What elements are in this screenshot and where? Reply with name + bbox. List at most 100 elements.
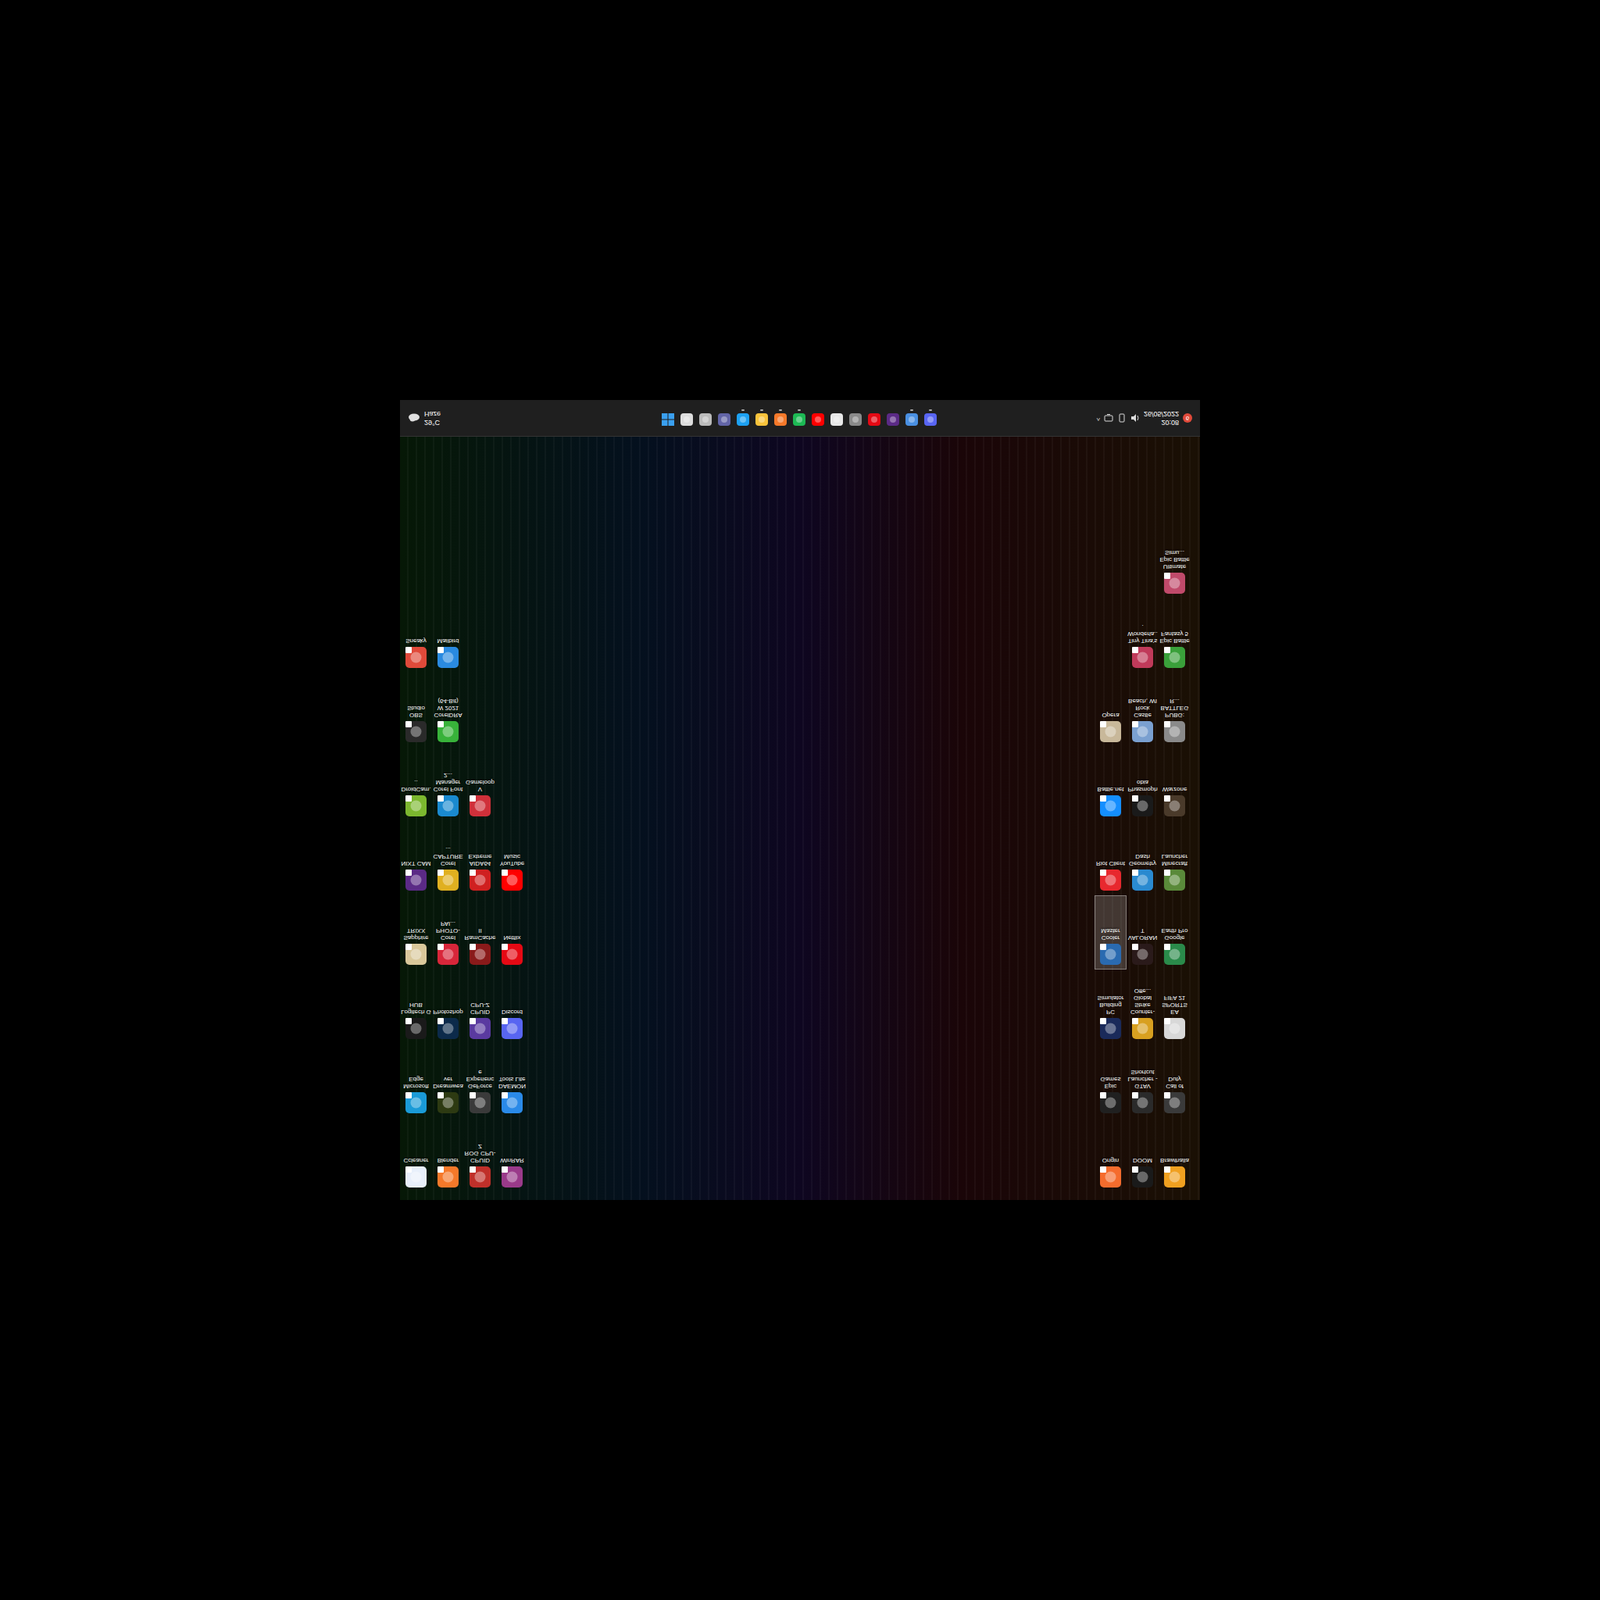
desktop-shortcut[interactable]: AIDA64 Extreme <box>464 821 497 896</box>
desktop-shortcut[interactable]: Blender <box>432 1117 465 1193</box>
taskbar-app[interactable] <box>791 409 807 427</box>
app-icon[interactable] <box>404 868 428 892</box>
app-icon[interactable] <box>436 868 460 892</box>
desktop-shortcut[interactable]: DAEMON Tools Lite <box>496 1043 529 1118</box>
desktop-shortcut[interactable]: GTAV Launcher - Shortcut <box>1126 1043 1159 1118</box>
app-icon[interactable] <box>436 1165 460 1189</box>
tray-chevron[interactable]: ^ <box>1096 414 1100 422</box>
app-icon[interactable] <box>1131 646 1154 669</box>
app-icon[interactable] <box>679 412 694 427</box>
taskbar-app[interactable] <box>922 409 938 427</box>
desktop-shortcut[interactable]: V Gameloop <box>464 746 497 822</box>
app-icon[interactable] <box>436 646 460 669</box>
app-icon[interactable] <box>867 412 882 427</box>
app-icon[interactable] <box>698 412 713 427</box>
desktop-shortcut[interactable]: Warzone <box>1158 746 1191 822</box>
desktop-shortcut[interactable]: Minecraft Launcher <box>1158 821 1191 896</box>
app-icon[interactable] <box>500 1165 524 1189</box>
desktop-shortcut[interactable]: DOOM <box>1126 1117 1159 1193</box>
app-icon[interactable] <box>1099 1091 1122 1115</box>
app-icon[interactable] <box>436 1017 460 1040</box>
desktop-shortcut[interactable]: Origin <box>1094 1117 1127 1193</box>
desktop-shortcut[interactable]: Corel Font Manager 2... <box>432 746 465 822</box>
app-icon[interactable] <box>436 720 460 743</box>
desktop-shortcut[interactable]: RamCache II <box>464 895 497 970</box>
desktop-shortcut[interactable]: OBS Studio <box>400 672 433 747</box>
desktop-shortcut[interactable]: YouTube Music <box>496 821 529 896</box>
desktop-shortcut[interactable]: Opera <box>1094 672 1127 747</box>
desktop-shortcut[interactable]: DroidCam... <box>400 746 433 822</box>
app-icon[interactable] <box>468 942 492 966</box>
desktop-shortcut[interactable]: Geometry Dash <box>1126 821 1159 896</box>
app-icon[interactable] <box>1131 1165 1154 1189</box>
app-icon[interactable] <box>404 1017 428 1040</box>
desktop-shortcut[interactable]: Epic Games <box>1094 1043 1127 1118</box>
taskbar-app[interactable] <box>772 409 788 427</box>
clock[interactable]: 20:08 26/05/2022 <box>1143 409 1179 427</box>
taskbar-app[interactable] <box>716 409 732 427</box>
desktop-shortcut[interactable]: Sapphire TRIXX <box>400 895 433 970</box>
speaker-icon[interactable] <box>1130 413 1140 423</box>
app-icon[interactable] <box>1099 794 1122 818</box>
app-icon[interactable] <box>885 412 900 427</box>
app-icon[interactable] <box>500 868 524 892</box>
app-icon[interactable] <box>754 412 769 427</box>
desktop-shortcut[interactable]: CorelDRAW 2021 (64-Bit) <box>432 672 465 747</box>
desktop-shortcut[interactable]: Netflix <box>496 895 529 970</box>
desktop-shortcut[interactable]: EA SPORTS FIFA 21 <box>1158 969 1191 1044</box>
desktop-shortcut[interactable]: Cooler Master <box>1094 895 1127 970</box>
app-icon[interactable] <box>404 646 428 669</box>
desktop-shortcut[interactable]: Google Earth Pro <box>1158 895 1191 970</box>
desktop-shortcut[interactable]: GeForce Experience <box>464 1043 497 1118</box>
app-icon[interactable] <box>468 1165 492 1189</box>
app-icon[interactable] <box>468 868 492 892</box>
taskbar-app[interactable] <box>810 409 825 427</box>
taskbar-app[interactable] <box>735 409 750 427</box>
desktop-shortcut[interactable]: Tiny Tina's Wonderla... <box>1126 598 1159 673</box>
app-icon[interactable] <box>848 412 863 427</box>
app-icon[interactable] <box>1099 1017 1122 1040</box>
app-icon[interactable] <box>404 1165 428 1189</box>
desktop-shortcut[interactable]: Battle.net <box>1094 746 1127 822</box>
desktop-shortcut[interactable]: Phasmophobia <box>1126 746 1159 822</box>
app-icon[interactable] <box>1163 1017 1186 1040</box>
app-icon[interactable] <box>1131 1017 1154 1040</box>
desktop-shortcut[interactable]: PUBG: BATTLEGR... <box>1158 672 1191 747</box>
app-icon[interactable] <box>773 412 788 427</box>
app-icon[interactable] <box>1163 646 1186 669</box>
desktop-shortcut[interactable]: Counter-Strike Global Offe... <box>1126 969 1159 1044</box>
app-icon[interactable] <box>468 794 492 818</box>
windows-start-icon[interactable] <box>660 412 675 427</box>
app-icon[interactable] <box>1099 1165 1122 1189</box>
desktop-shortcut[interactable]: PC Building Simulator <box>1094 969 1127 1044</box>
taskbar-app[interactable] <box>660 409 675 427</box>
app-icon[interactable] <box>436 794 460 818</box>
app-icon[interactable] <box>404 794 428 818</box>
app-icon[interactable] <box>500 1091 524 1115</box>
desktop-shortcut[interactable]: NIXT CAM <box>400 821 433 896</box>
app-icon[interactable] <box>1163 1165 1186 1189</box>
desktop-shortcut[interactable]: Mailbird <box>432 598 465 673</box>
app-icon[interactable] <box>829 412 844 427</box>
app-icon[interactable] <box>1163 942 1186 966</box>
app-icon[interactable] <box>1131 720 1154 743</box>
app-icon[interactable] <box>1099 868 1122 892</box>
app-icon[interactable] <box>404 942 428 966</box>
app-icon[interactable] <box>1163 1091 1186 1115</box>
desktop-shortcut[interactable]: Riot Client <box>1094 821 1127 896</box>
notification-badge[interactable]: 6 <box>1182 413 1193 423</box>
desktop-shortcut[interactable]: Corel PHOTO-PAI... <box>432 895 465 970</box>
app-icon[interactable] <box>500 942 524 966</box>
desktop-shortcut[interactable]: CPUID CPU-Z <box>464 969 497 1044</box>
desktop-shortcut[interactable]: Corel CAPTURE ... <box>432 821 465 896</box>
app-icon[interactable] <box>1163 571 1186 595</box>
network-icon[interactable] <box>1103 413 1114 423</box>
app-icon[interactable] <box>1099 942 1122 966</box>
app-icon[interactable] <box>436 942 460 966</box>
taskbar-app[interactable] <box>753 409 769 427</box>
app-icon[interactable] <box>468 1091 492 1115</box>
taskbar-app[interactable] <box>903 409 919 427</box>
desktop-shortcut[interactable]: Microsoft Edge <box>400 1043 433 1118</box>
app-icon[interactable] <box>904 412 919 427</box>
app-icon[interactable] <box>1131 1091 1154 1115</box>
